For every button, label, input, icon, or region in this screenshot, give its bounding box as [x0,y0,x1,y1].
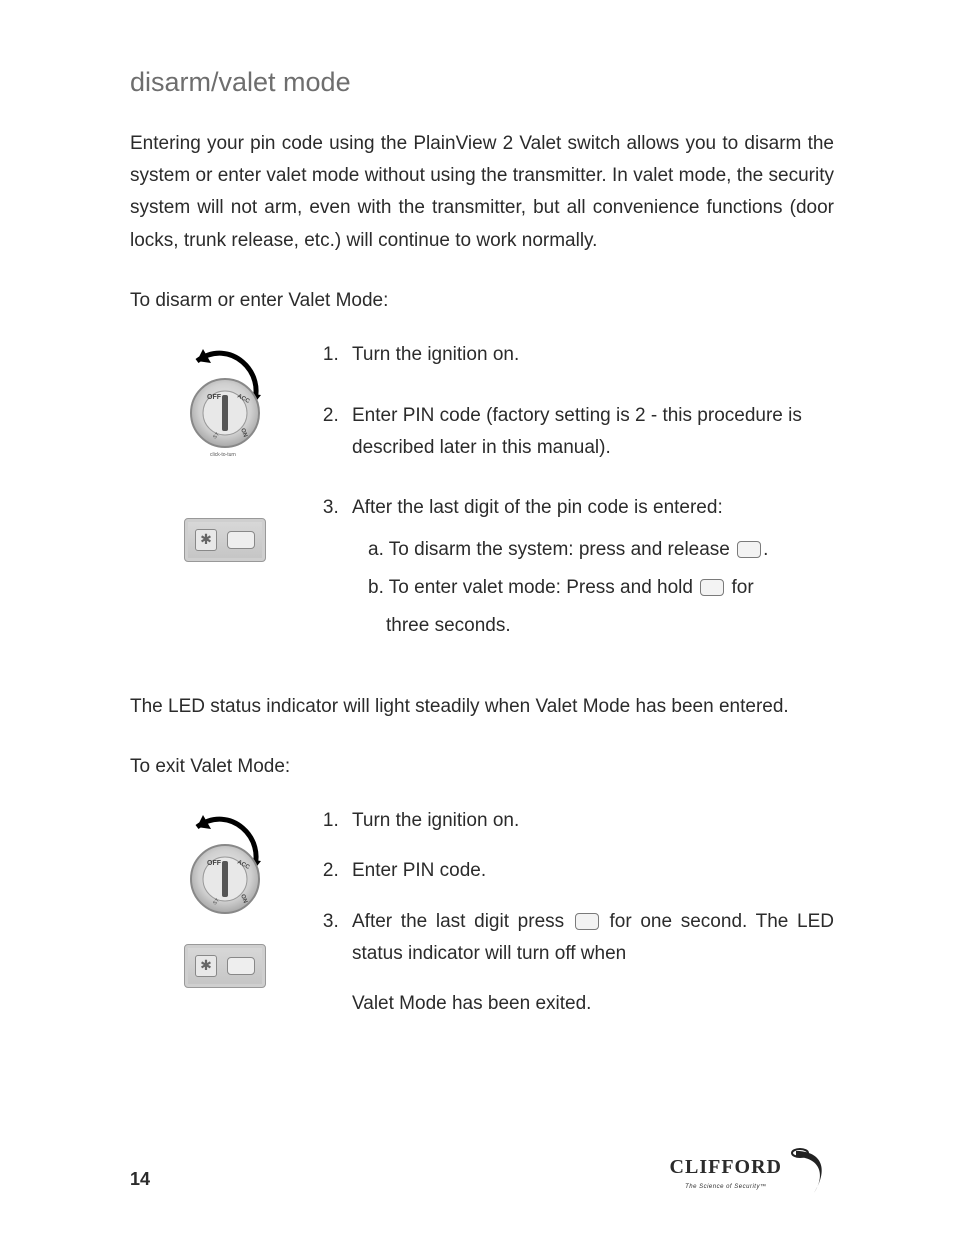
svg-text:click-to-turn: click-to-turn [210,452,236,458]
star-button-icon: ✱ [195,529,217,551]
disarm-steps-list: Turn the ignition on. Enter PIN code (fa… [320,339,834,644]
exit-steps-list: Turn the ignition on. Enter PIN code. Af… [320,805,834,1020]
step-text: After the last digit of the pin code is … [352,497,723,518]
list-item: After the last digit of the pin code is … [344,492,834,644]
button-icon [700,579,724,596]
svg-text:G: G [796,1151,802,1158]
disarm-block: OFF ACC ON ST click-to-turn ✱ Turn the i… [130,339,834,672]
button-icon [737,541,761,558]
brand-name: CLIFFORD [670,1156,782,1178]
brand-tagline: The Science of Security™ [670,1182,782,1192]
status-paragraph: The LED status indicator will light stea… [130,691,834,723]
text: three seconds. [368,607,834,645]
intro-paragraph: Entering your pin code using the PlainVi… [130,128,834,257]
svg-text:OFF: OFF [207,394,222,401]
substeps: a. To disarm the system: press and relea… [352,531,834,645]
list-item: Enter PIN code (factory setting is 2 - t… [344,400,834,465]
text: After the last digit press [352,911,573,932]
svg-text:OFF: OFF [207,860,222,867]
list-item: Turn the ignition on. [344,805,834,837]
blank-button-icon [227,531,255,549]
ignition-knob-icon: OFF ACC ON ST click-to-turn [175,343,275,458]
list-item: After the last digit press for one secon… [344,906,834,1021]
ignition-knob-icon: OFF ACC ON ST [175,809,275,924]
blank-button-icon [227,957,255,975]
brand-logo: CLIFFORD The Science of Security™ G [670,1147,834,1195]
brand-swoosh-icon: G [790,1147,834,1195]
text: a. To disarm the system: press and relea… [368,539,735,560]
list-item: Turn the ignition on. [344,339,834,371]
valet-switch-icon: ✱ [184,944,266,988]
exit-lead: To exit Valet Mode: [130,751,834,783]
star-button-icon: ✱ [195,955,217,977]
button-icon [575,913,599,930]
text: for [726,577,753,598]
list-item: Enter PIN code. [344,855,834,887]
disarm-lead: To disarm or enter Valet Mode: [130,285,834,317]
valet-switch-icon: ✱ [184,518,266,562]
text: . [763,539,768,560]
figure-column: OFF ACC ON ST ✱ [130,805,320,1038]
text: b. To enter valet mode: Press and hold [368,577,698,598]
page-footer: 14 CLIFFORD The Science of Security™ G [130,1147,834,1195]
substep-a: a. To disarm the system: press and relea… [368,531,834,569]
page-number: 14 [130,1164,150,1195]
exit-block: OFF ACC ON ST ✱ Turn the ignition on. En… [130,805,834,1038]
substep-b: b. To enter valet mode: Press and hold f… [368,569,834,645]
figure-column: OFF ACC ON ST click-to-turn ✱ [130,339,320,672]
section-title: disarm/valet mode [130,60,834,106]
text: Valet Mode has been exited. [352,988,834,1020]
